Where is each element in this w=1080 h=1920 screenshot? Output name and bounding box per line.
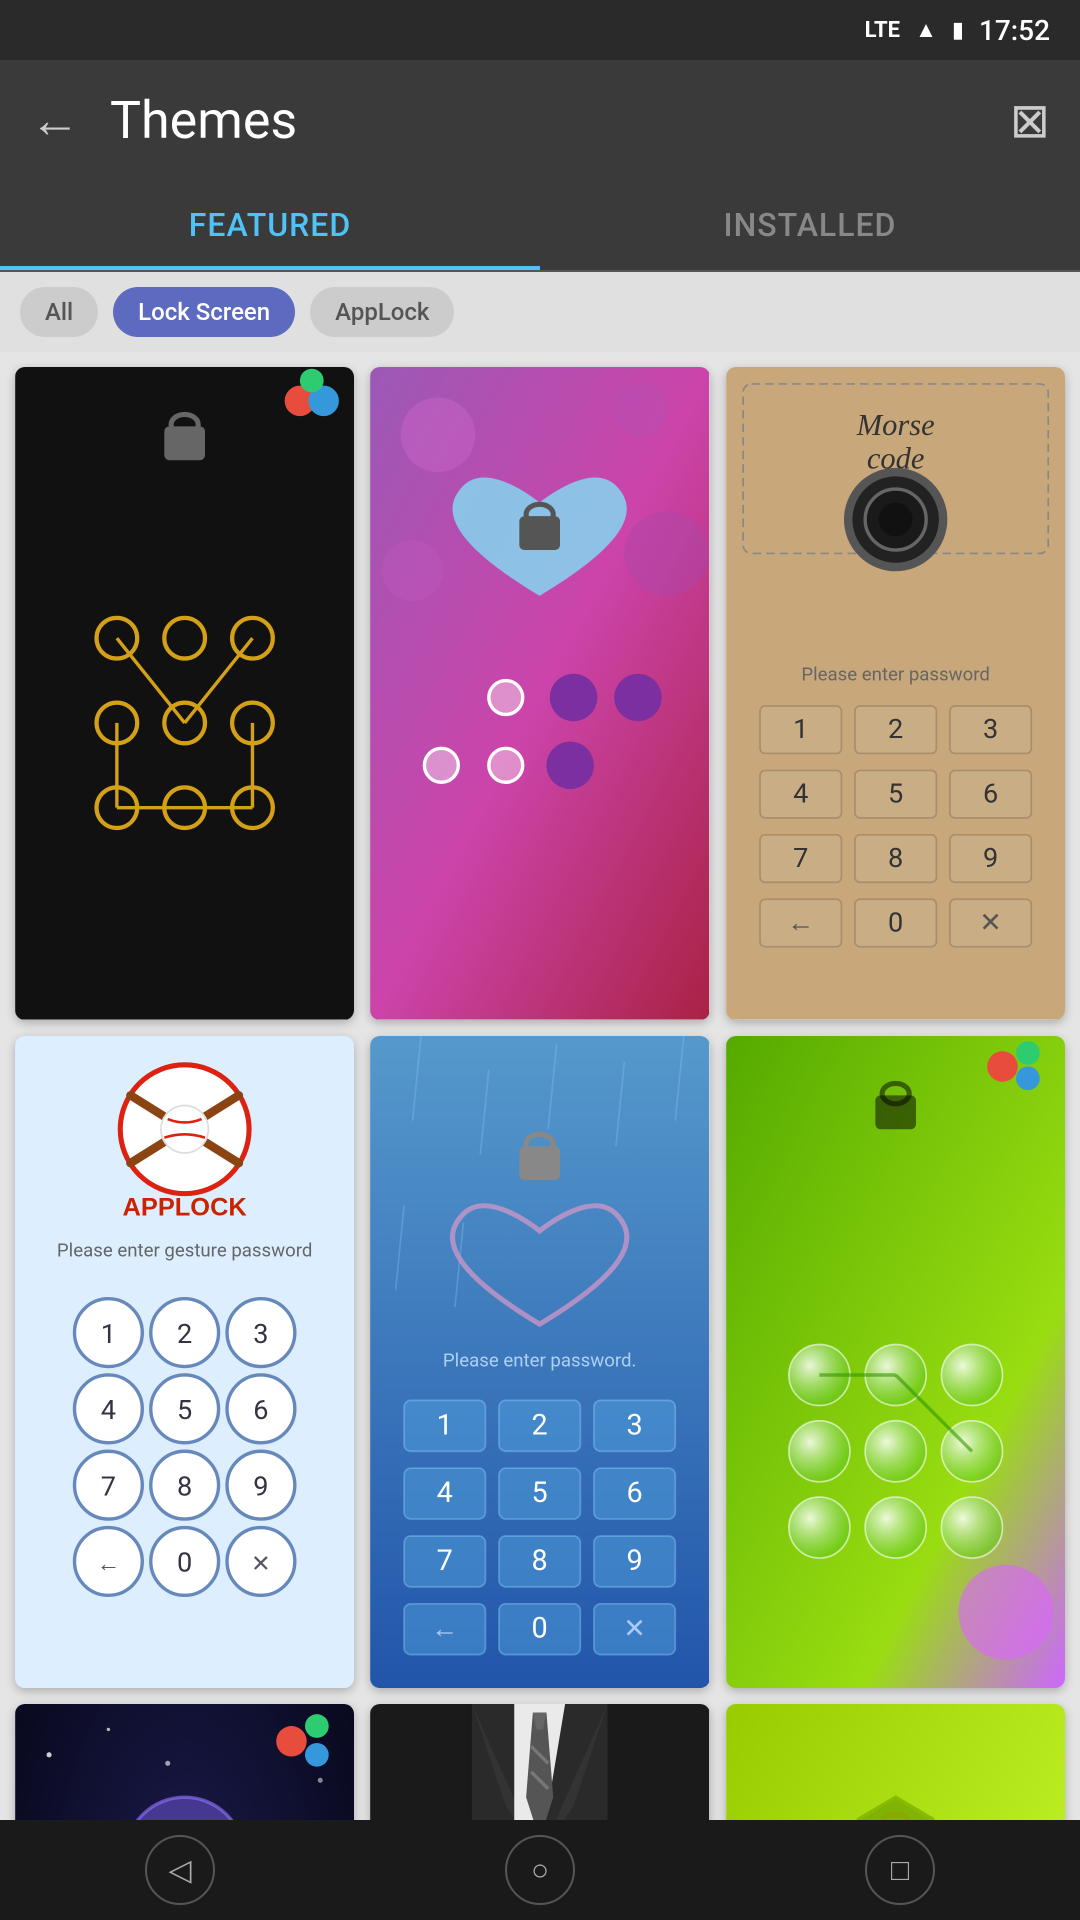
svg-text:←: ← (97, 1549, 121, 1577)
svg-text:←: ← (787, 906, 814, 938)
crop-icon[interactable]: ⊠ (1010, 92, 1050, 149)
header-left: ← Themes (30, 90, 297, 151)
battery-icon: ▮ (952, 18, 964, 43)
svg-text:7: 7 (437, 1543, 453, 1577)
back-button[interactable]: ← (30, 91, 80, 150)
svg-text:Please enter password.: Please enter password. (443, 1349, 636, 1371)
svg-text:3: 3 (983, 713, 998, 745)
svg-text:2: 2 (177, 1317, 192, 1349)
svg-text:0: 0 (177, 1546, 192, 1578)
filter-chip-lockscreen-label: Lock Screen (138, 298, 270, 326)
svg-text:8: 8 (888, 842, 903, 874)
svg-text:✕: ✕ (624, 1612, 647, 1644)
svg-text:1: 1 (101, 1317, 116, 1349)
tab-featured[interactable]: FEATURED (0, 180, 540, 270)
svg-text:9: 9 (983, 842, 998, 874)
theme-tile-blue-rain[interactable]: Please enter password. 1 2 3 4 5 6 7 8 (370, 1036, 709, 1689)
theme-tile-space-ghost[interactable] (15, 1704, 354, 1822)
signal-icon: ▲ (915, 17, 937, 43)
svg-text:9: 9 (253, 1470, 268, 1502)
tab-installed[interactable]: INSTALLED (540, 180, 1080, 270)
tabs-container: FEATURED INSTALLED (0, 180, 1080, 272)
svg-text:4: 4 (101, 1394, 116, 1426)
filter-chip-lockscreen[interactable]: Lock Screen (113, 287, 295, 337)
theme-tile-suit[interactable]: Please enter gesture password 1 2 3 4 5 … (370, 1704, 709, 1822)
svg-text:7: 7 (793, 842, 808, 874)
svg-text:1: 1 (793, 713, 808, 745)
svg-text:✕: ✕ (979, 906, 1002, 938)
clock: 17:52 (979, 14, 1050, 47)
svg-text:5: 5 (177, 1394, 192, 1426)
theme-tile-green-bubbles[interactable] (726, 1036, 1065, 1689)
svg-text:APPLOCK: APPLOCK (123, 1193, 248, 1221)
tab-installed-label: INSTALLED (724, 206, 897, 244)
nav-recents-icon: □ (891, 1853, 909, 1888)
svg-text:6: 6 (627, 1476, 643, 1510)
nav-back-icon: ◁ (168, 1853, 191, 1888)
filter-chip-all-label: All (45, 298, 73, 326)
svg-text:3: 3 (627, 1408, 643, 1442)
svg-text:Please enter gesture password: Please enter gesture password (57, 1239, 312, 1261)
svg-text:1: 1 (437, 1408, 453, 1442)
filter-chip-applock[interactable]: AppLock (310, 287, 454, 337)
theme-tile-yellow-hex[interactable] (726, 1704, 1065, 1822)
theme-tile-purple-heart[interactable] (370, 367, 709, 1020)
svg-text:4: 4 (437, 1476, 453, 1510)
svg-text:4: 4 (793, 778, 808, 810)
svg-text:6: 6 (253, 1394, 268, 1426)
svg-text:✕: ✕ (251, 1549, 271, 1577)
svg-text:6: 6 (983, 778, 998, 810)
svg-text:8: 8 (532, 1543, 548, 1577)
theme-tile-baseball[interactable]: APPLOCK Please enter gesture password 1 … (15, 1036, 354, 1689)
status-bar-right: LTE ▲ ▮ 17:52 (865, 14, 1050, 47)
status-bar: LTE ▲ ▮ 17:52 (0, 0, 1080, 60)
svg-text:9: 9 (627, 1543, 643, 1577)
page-title: Themes (110, 90, 297, 151)
svg-text:8: 8 (177, 1470, 192, 1502)
svg-text:2: 2 (532, 1408, 548, 1442)
bottom-navigation: ◁ ○ □ (0, 1820, 1080, 1920)
svg-text:←: ← (432, 1612, 459, 1644)
filter-chip-applock-label: AppLock (335, 298, 429, 326)
themes-grid: Morse code 1 2 3 4 5 6 (15, 367, 1065, 1822)
svg-text:7: 7 (101, 1470, 116, 1502)
svg-text:Please enter password: Please enter password (801, 664, 990, 686)
themes-main-content: Morse code 1 2 3 4 5 6 (0, 352, 1080, 1822)
nav-recents-button[interactable]: □ (865, 1835, 935, 1905)
svg-text:0: 0 (532, 1611, 548, 1645)
svg-text:5: 5 (888, 778, 903, 810)
theme-tile-morse-code[interactable]: Morse code 1 2 3 4 5 6 (726, 367, 1065, 1020)
svg-text:0: 0 (888, 906, 903, 938)
nav-home-icon: ○ (531, 1853, 549, 1888)
nav-back-button[interactable]: ◁ (145, 1835, 215, 1905)
filter-chips-row: All Lock Screen AppLock (0, 272, 1080, 352)
nav-home-button[interactable]: ○ (505, 1835, 575, 1905)
tab-featured-label: FEATURED (189, 206, 352, 244)
svg-text:2: 2 (888, 713, 903, 745)
lte-indicator: LTE (865, 18, 900, 43)
header: ← Themes ⊠ (0, 60, 1080, 180)
svg-text:Morse: Morse (855, 408, 934, 442)
svg-text:5: 5 (532, 1476, 548, 1510)
svg-text:3: 3 (253, 1317, 268, 1349)
filter-chip-all[interactable]: All (20, 287, 98, 337)
theme-tile-dark-dots[interactable] (15, 367, 354, 1020)
